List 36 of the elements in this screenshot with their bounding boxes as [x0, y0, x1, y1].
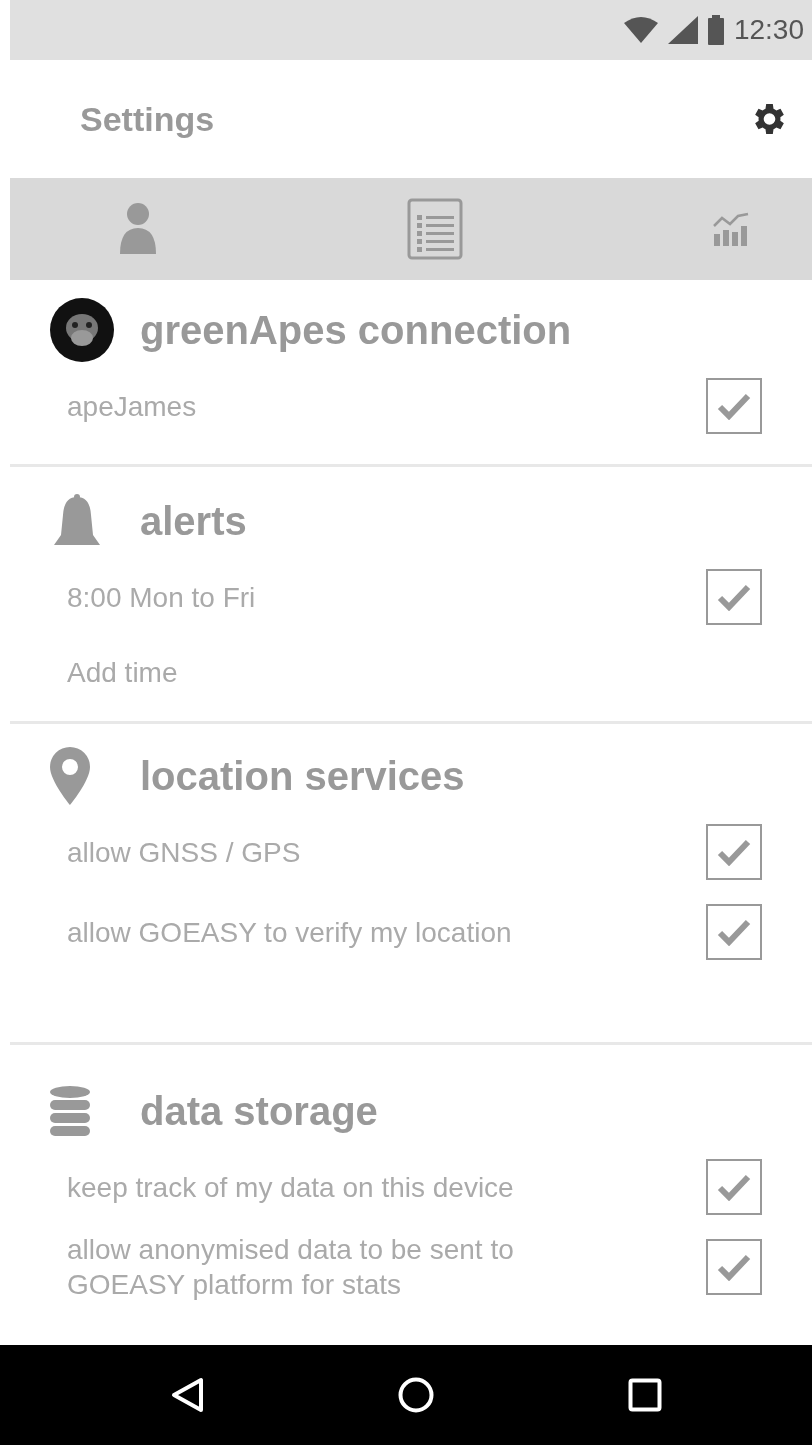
check-icon [717, 392, 751, 420]
recents-icon[interactable] [628, 1378, 662, 1412]
location-pin-icon [50, 747, 90, 805]
add-time-link[interactable]: Add time [67, 654, 178, 690]
setting-label: 8:00 Mon to Fri [67, 580, 256, 615]
check-icon [717, 1253, 751, 1281]
checkbox[interactable] [706, 1239, 762, 1295]
wifi-icon [623, 17, 658, 43]
database-icon [50, 1086, 90, 1136]
screen-title: Settings [80, 99, 215, 139]
ape-logo-icon [50, 298, 114, 362]
check-icon [717, 918, 751, 946]
checkbox[interactable] [706, 824, 762, 880]
home-icon[interactable] [398, 1377, 434, 1413]
checkbox[interactable] [706, 378, 762, 434]
status-time: 12:30 [733, 14, 804, 46]
setting-label: apeJames [67, 389, 197, 424]
back-icon[interactable] [170, 1377, 204, 1413]
setting-label: allow GOEASY to verify my location [67, 915, 512, 950]
checkbox[interactable] [706, 904, 762, 960]
check-icon [717, 1173, 751, 1201]
person-icon[interactable] [118, 202, 158, 256]
checkbox[interactable] [706, 1159, 762, 1215]
section-title: data storage [140, 1088, 378, 1134]
section-title: alerts [140, 498, 247, 544]
setting-label: allow GNSS / GPS [67, 835, 301, 870]
battery-icon [707, 15, 724, 45]
check-icon [717, 838, 751, 866]
signal-icon [667, 16, 698, 44]
section-title: location services [140, 753, 465, 799]
checkbox[interactable] [706, 569, 762, 625]
section-title: greenApes connection [140, 307, 572, 353]
list-icon[interactable] [407, 198, 463, 260]
check-icon [717, 583, 751, 611]
setting-label: allow anonymised data to be sent to GOEASY platform for stats [67, 1233, 515, 1302]
setting-label: keep track of my data on this device [67, 1170, 514, 1205]
